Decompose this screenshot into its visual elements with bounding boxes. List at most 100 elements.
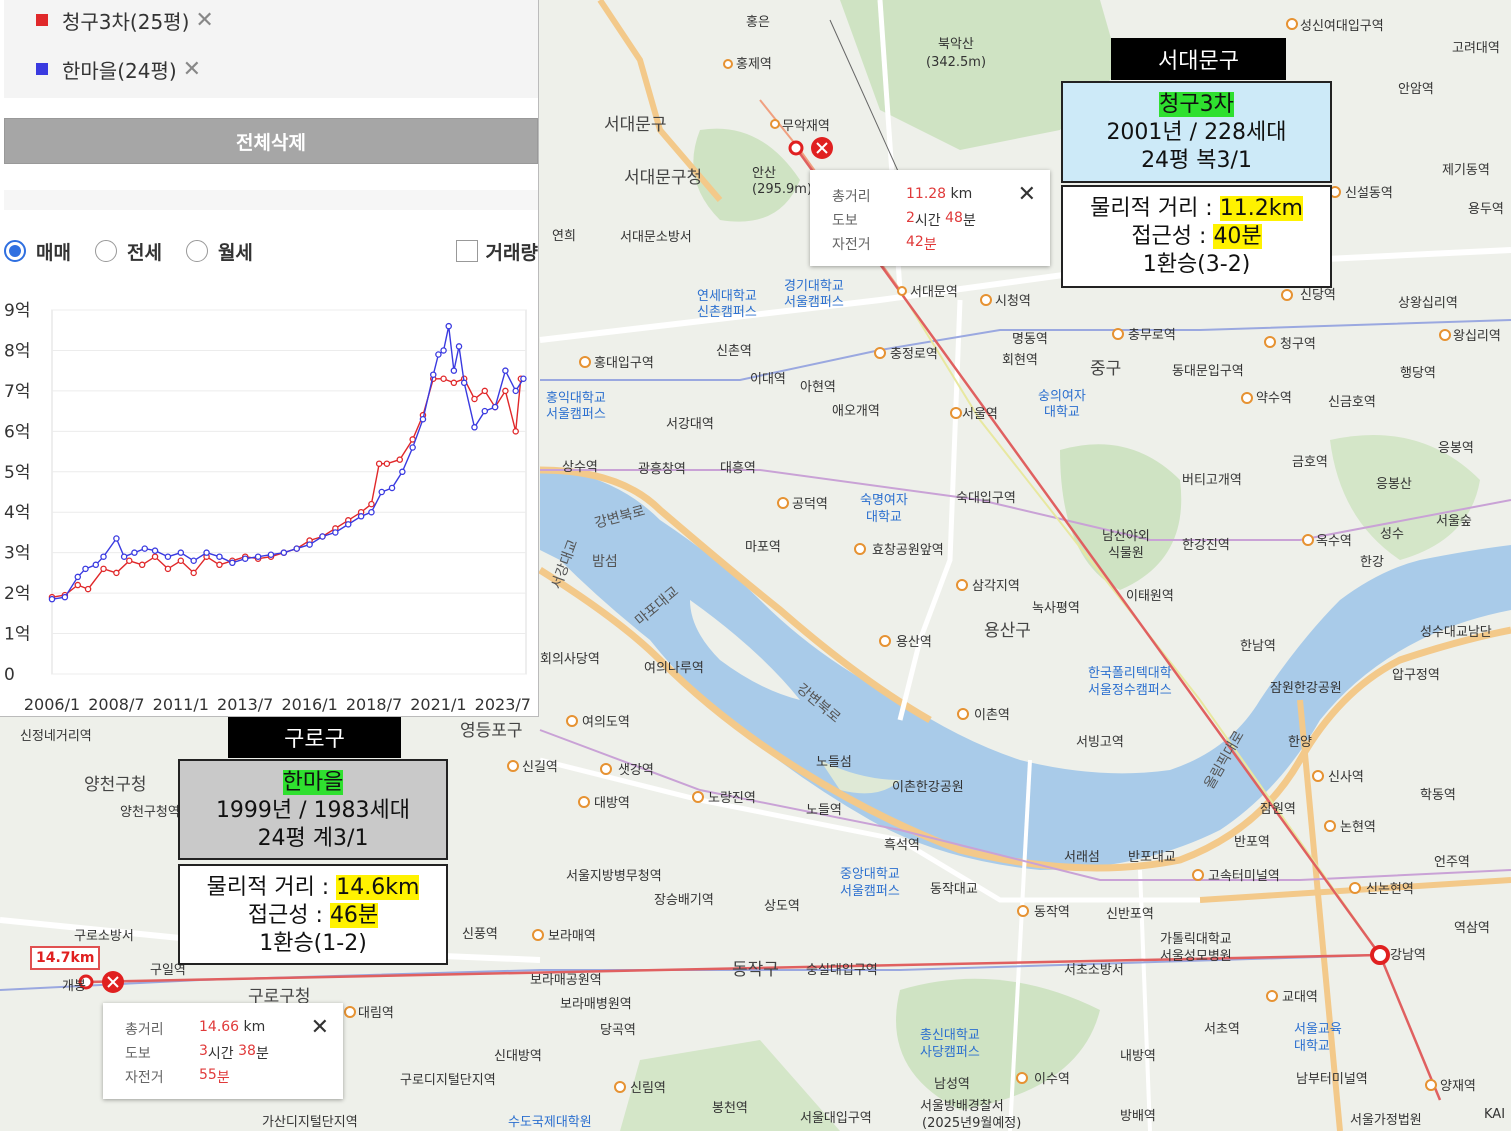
x-tick-label: 2011/1 (153, 695, 209, 714)
map-label: 공덕역 (792, 497, 828, 512)
y-tick-label: 2억 (4, 584, 30, 604)
radio-jeonse[interactable]: 전세 (94, 238, 162, 265)
radio-monthly[interactable]: 월세 (185, 238, 253, 265)
data-point (344, 521, 352, 528)
apartment-year-units: 2001년 / 228세대 (1106, 120, 1287, 145)
data-point (455, 343, 463, 350)
map-label: 보라매병원역 (560, 997, 632, 1012)
map-label: 봉천역 (712, 1101, 748, 1116)
remove-icon[interactable]: ✕ (195, 8, 213, 33)
map-label: 신논현역 (1366, 882, 1414, 897)
map-label: 대학교 (1044, 405, 1080, 420)
transfer-info: 1환승(3-2) (1142, 252, 1251, 277)
y-tick-label: 8억 (4, 341, 30, 361)
map-label: 용산역 (896, 635, 932, 650)
map-label: 동작구 (732, 960, 779, 980)
data-point (378, 488, 385, 496)
data-point (460, 379, 468, 387)
data-point (512, 387, 519, 395)
unit-label: 분 (923, 237, 937, 253)
map-label: 샛강역 (618, 763, 654, 778)
data-point (388, 484, 396, 492)
map-label: 아현역 (800, 380, 836, 395)
distance-label: 물리적 거리 : (206, 875, 337, 900)
legend-swatch-blue (36, 63, 48, 75)
x-tick-label: 2021/1 (410, 695, 466, 714)
volume-toggle[interactable]: 거래량 (455, 238, 538, 265)
checkbox-icon[interactable] (455, 240, 478, 262)
map-label: 광흥창역 (638, 462, 686, 477)
map-label: 한강진역 (1182, 538, 1230, 553)
radio-icon[interactable] (94, 240, 117, 262)
x-tick-label: 2023/7 (475, 695, 531, 714)
map-label: 양천구청 (84, 775, 147, 795)
total-distance-label: 총거리 (125, 1022, 164, 1038)
map-label: 이태원역 (1126, 589, 1174, 604)
map-label: 신길역 (522, 760, 558, 775)
map-label: 신정네거리역 (20, 729, 92, 744)
map-label: 서울캠퍼스 (784, 295, 844, 310)
data-point (241, 555, 249, 562)
radio-icon-selected[interactable] (4, 240, 26, 262)
walk-minutes: 48 (945, 210, 963, 226)
map-label: 상왕십리역 (1398, 296, 1458, 311)
data-point (450, 379, 458, 387)
map-label: 구로디지털단지역 (400, 1073, 496, 1088)
map-label: 신촌캠퍼스 (697, 305, 757, 320)
data-point (164, 565, 172, 573)
price-chart[interactable]: 9억 8억 7억 6억 5억 4억 3억 2억 1억 0 2006/1 2008/7 2011/1 201… (0, 290, 538, 716)
map-label: 서울지방병무청역 (566, 869, 662, 884)
map-label: 홍대입구역 (594, 356, 654, 371)
map-label: 애오개역 (832, 404, 880, 419)
radio-label: 월세 (217, 241, 253, 264)
delete-all-button[interactable]: 전체삭제 (4, 118, 538, 164)
map-label: 신림역 (630, 1081, 666, 1096)
unit-label: 분 (962, 213, 976, 229)
map-label: 한양 (1288, 735, 1312, 750)
map-label: 고속터미널역 (1208, 869, 1280, 884)
access-value: 40분 (1213, 224, 1262, 249)
data-point (375, 460, 383, 467)
legend-label: 한마을(24평) (62, 58, 177, 83)
map-label: 신사역 (1328, 770, 1364, 785)
map-label: 홍익대학교 (546, 391, 606, 406)
map-label: 성신여대입구역 (1300, 19, 1384, 34)
route-info-popup-hanmaeul: 총거리 14.66 km 도보 3 시간 38 분 자전거 55 분 ✕ (103, 1003, 343, 1099)
walk-hours: 3 (199, 1043, 208, 1059)
data-point (131, 549, 138, 556)
data-point (502, 367, 509, 374)
radio-sale[interactable]: 매매 (4, 238, 71, 265)
remove-icon[interactable]: ✕ (183, 57, 201, 82)
data-point (491, 403, 499, 411)
y-tick-label: 4억 (4, 503, 30, 523)
data-point (126, 557, 133, 565)
data-point (100, 565, 107, 573)
distance-value: 14.6km (336, 875, 420, 900)
map-label: 서울정수캠퍼스 (1088, 683, 1172, 698)
data-point (177, 557, 185, 565)
close-icon[interactable]: ✕ (311, 1015, 329, 1040)
data-point (306, 541, 313, 548)
map-label: 홍은 (746, 15, 770, 30)
map-label: 신촌역 (716, 344, 752, 359)
data-point (113, 535, 120, 542)
radio-icon[interactable] (185, 240, 208, 262)
total-distance-value: 14.66 (199, 1019, 240, 1035)
map-label: 신당역 (1300, 288, 1336, 303)
unit-label: 분 (216, 1070, 230, 1086)
map-label: 신금호역 (1328, 395, 1376, 410)
data-point (61, 593, 69, 601)
route-start-marker[interactable] (788, 140, 804, 156)
close-icon[interactable]: ✕ (1018, 182, 1036, 207)
map-label: 반포대교 (1128, 850, 1176, 865)
checkbox-label: 거래량 (485, 241, 538, 264)
route-end-marker[interactable] (1370, 945, 1390, 965)
map-label: 학동역 (1420, 788, 1456, 803)
map-label: 약수역 (1256, 391, 1292, 406)
map-label: 남부터미널역 (1296, 1072, 1368, 1087)
map-label: 서래섬 (1064, 850, 1100, 865)
data-point (319, 533, 326, 540)
map-label: 용산구 (984, 621, 1031, 641)
map-label: 밤섬 (592, 554, 618, 570)
map-label: 서대문역 (910, 285, 958, 300)
